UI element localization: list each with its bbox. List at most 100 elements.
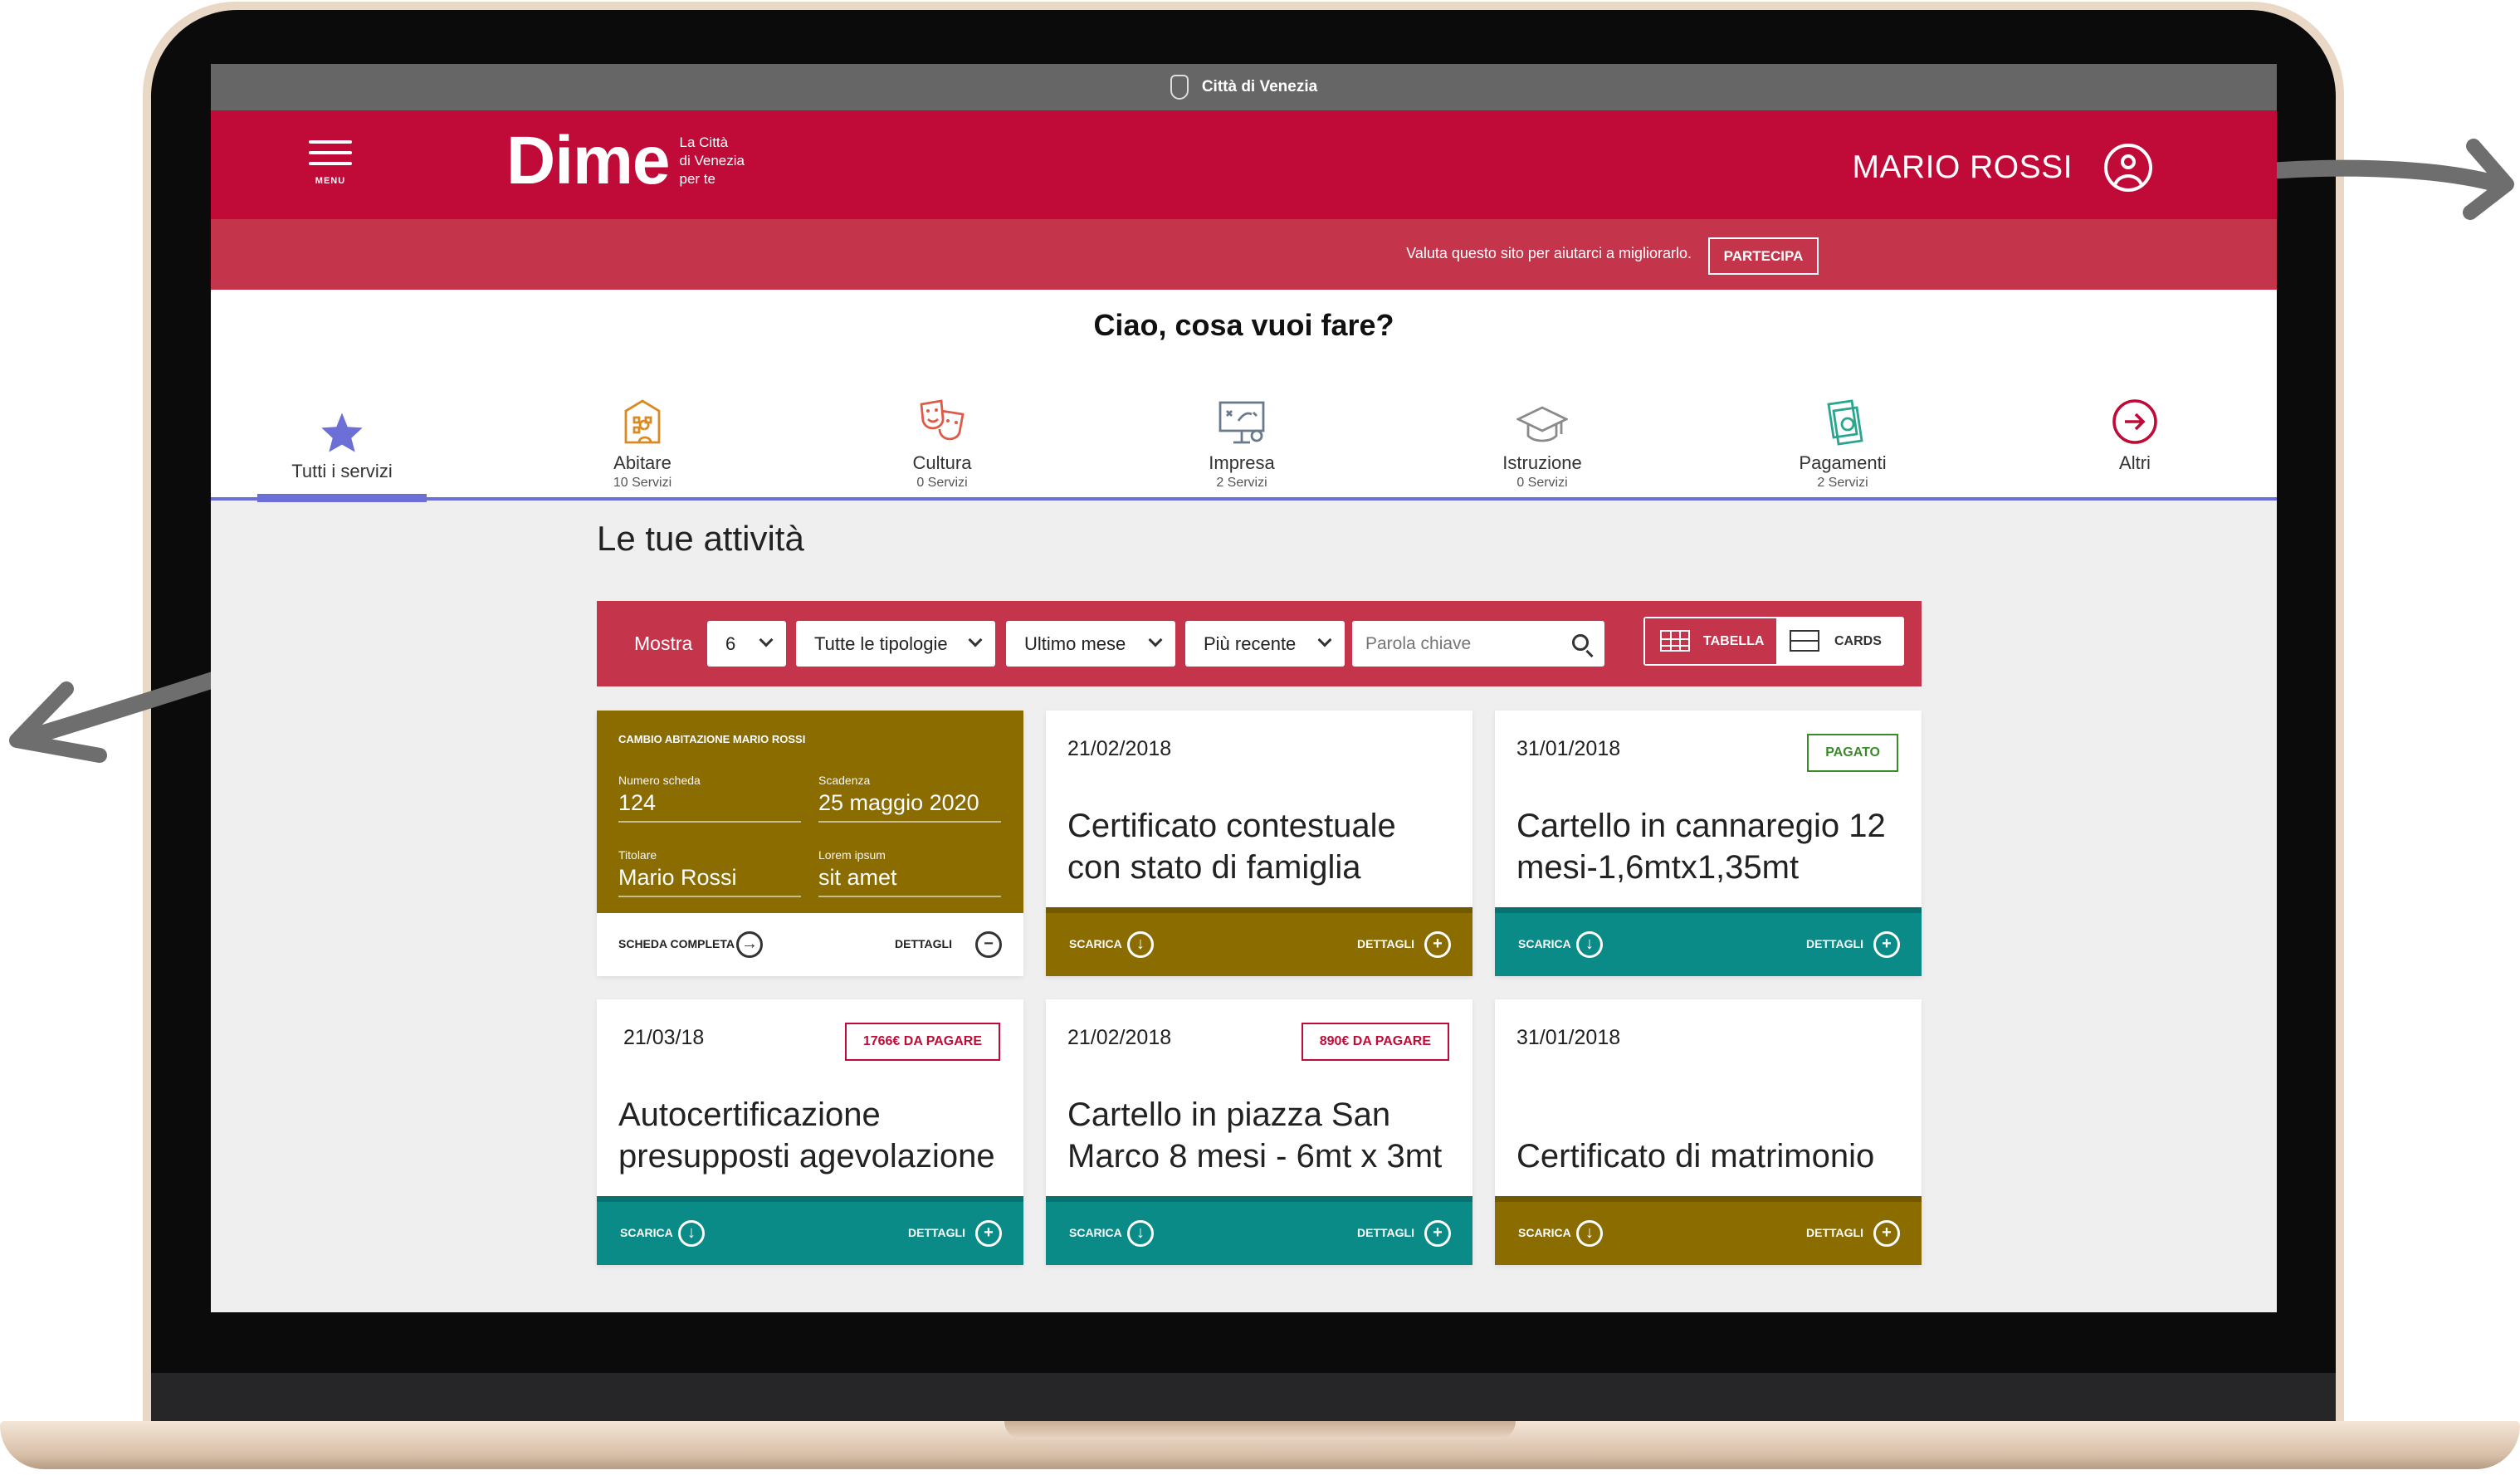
scheda-completa-link[interactable]: SCHEDA COMPLETA (618, 937, 735, 950)
hamburger-icon (309, 140, 352, 144)
periodo-select-value: Ultimo mese (1024, 633, 1126, 654)
plus-circle-icon[interactable]: + (1873, 931, 1900, 958)
laptop-notch (1004, 1421, 1516, 1439)
card-footer: SCARICA ↓ DETTAGLI + (597, 1202, 1023, 1265)
hamburger-icon-bar (309, 151, 352, 154)
dime-logo[interactable]: Dime La Città di Venezia per te (506, 127, 745, 195)
periodo-select[interactable]: Ultimo mese (1006, 621, 1175, 667)
view-table-button[interactable]: TABELLA (1645, 618, 1776, 664)
activity-card[interactable]: 21/02/2018 890€ DA PAGARE Cartello in pi… (1046, 999, 1472, 1265)
field-value: sit amet (818, 865, 897, 890)
feedback-banner: Valuta questo sito per aiutarci a miglio… (211, 219, 2277, 290)
table-grid-icon (1660, 630, 1690, 652)
category-tutti-servizi[interactable]: Tutti i servizi (242, 393, 442, 482)
city-name: Città di Venezia (1201, 78, 1318, 95)
card-date: 31/01/2018 (1516, 737, 1621, 760)
ordine-select[interactable]: Più recente (1185, 621, 1345, 667)
download-icon[interactable]: ↓ (1127, 1220, 1154, 1247)
partecipa-button[interactable]: PARTECIPA (1708, 237, 1819, 275)
details-link[interactable]: DETTAGLI (1357, 937, 1414, 950)
category-altri[interactable]: Altri (2035, 393, 2234, 474)
menu-button[interactable]: MENU (309, 140, 352, 188)
category-istruzione[interactable]: Istruzione 0 Servizi (1443, 393, 1642, 491)
city-topbar: Città di Venezia (211, 64, 2277, 110)
card-date: 21/02/2018 (1067, 737, 1172, 760)
card-date: 21/03/18 (623, 1026, 705, 1049)
category-cultura[interactable]: Cultura 0 Servizi (842, 393, 1042, 491)
category-count: 10 Servizi (613, 476, 672, 490)
whiteboard-icon (1218, 401, 1265, 444)
ordine-select-value: Più recente (1204, 633, 1297, 654)
chevron-down-icon (759, 632, 774, 647)
category-name: Altri (2119, 452, 2151, 473)
details-link[interactable]: DETTAGLI (895, 937, 952, 950)
category-name: Impresa (1209, 452, 1275, 473)
download-icon[interactable]: ↓ (1576, 931, 1603, 958)
category-count: 2 Servizi (1216, 476, 1267, 490)
download-icon[interactable]: ↓ (1127, 931, 1154, 958)
arrow-right-circle-icon (2112, 399, 2157, 444)
category-count: 2 Servizi (1817, 476, 1868, 490)
user-name: MARIO ROSSI (1852, 149, 2073, 185)
view-table-label: TABELLA (1703, 634, 1765, 648)
field-lorem-ipsum: Lorem ipsum sit amet (818, 848, 1001, 897)
download-icon[interactable]: ↓ (1576, 1220, 1603, 1247)
user-account[interactable]: MARIO ROSSI (1852, 144, 2152, 192)
view-cards-button[interactable]: CARDS (1776, 618, 1902, 664)
graduation-cap-icon (1516, 406, 1568, 442)
search-icon[interactable] (1572, 634, 1589, 651)
money-icon (1827, 399, 1863, 446)
field-label: Scadenza (818, 774, 871, 787)
plus-circle-icon[interactable]: + (1424, 1220, 1451, 1247)
activity-card[interactable]: 31/01/2018 Certificato di matrimonio SCA… (1495, 999, 1922, 1265)
activity-card[interactable]: 21/02/2018 Certificato contestuale con s… (1046, 711, 1472, 976)
house-icon (624, 399, 661, 444)
theater-masks-icon (920, 399, 965, 441)
download-link[interactable]: SCARICA (620, 1226, 673, 1239)
card-footer: SCARICA ↓ DETTAGLI + (1495, 913, 1922, 976)
details-link[interactable]: DETTAGLI (908, 1226, 965, 1239)
download-link[interactable]: SCARICA (1069, 1226, 1122, 1239)
chevron-down-icon (968, 632, 983, 647)
tagline-line: La Città (679, 134, 729, 150)
cards-icon (1790, 630, 1819, 652)
tagline-line: per te (679, 171, 715, 187)
category-name: Abitare (613, 452, 672, 473)
download-icon[interactable]: ↓ (678, 1220, 705, 1247)
activity-card-featured[interactable]: CAMBIO ABITAZIONE MARIO ROSSI Numero sch… (597, 711, 1023, 976)
details-link[interactable]: DETTAGLI (1357, 1226, 1414, 1239)
card-footer: SCARICA ↓ DETTAGLI + (1046, 1202, 1472, 1265)
status-badge: 890€ DA PAGARE (1301, 1023, 1449, 1061)
download-link[interactable]: SCARICA (1518, 1226, 1571, 1239)
activity-card[interactable]: 21/03/18 1766€ DA PAGARE Autocertificazi… (597, 999, 1023, 1265)
arrow-right-circle-icon[interactable]: → (736, 931, 763, 958)
plus-circle-icon[interactable]: + (1873, 1220, 1900, 1247)
category-name: Tutti i servizi (291, 461, 393, 481)
tipologie-select[interactable]: Tutte le tipologie (796, 621, 995, 667)
category-impresa[interactable]: Impresa 2 Servizi (1142, 393, 1341, 491)
download-link[interactable]: SCARICA (1518, 937, 1571, 950)
field-titolare: Titolare Mario Rossi (618, 848, 801, 897)
greeting-heading: Ciao, cosa vuoi fare? (1093, 308, 1394, 342)
download-link[interactable]: SCARICA (1069, 937, 1122, 950)
category-pagamenti[interactable]: Pagamenti 2 Servizi (1743, 393, 1942, 491)
chevron-down-icon (1317, 632, 1332, 647)
minus-circle-icon[interactable]: − (975, 931, 1002, 958)
plus-circle-icon[interactable]: + (1424, 931, 1451, 958)
field-value: Mario Rossi (618, 865, 737, 890)
card-date: 21/02/2018 (1067, 1026, 1172, 1049)
category-abitare[interactable]: Abitare 10 Servizi (543, 393, 742, 491)
featured-card-title: CAMBIO ABITAZIONE MARIO ROSSI (618, 733, 806, 745)
details-link[interactable]: DETTAGLI (1806, 937, 1863, 950)
active-tab-indicator (257, 494, 427, 502)
field-label: Lorem ipsum (818, 848, 886, 862)
count-select[interactable]: 6 (707, 621, 786, 667)
chevron-down-icon (1148, 632, 1163, 647)
search-input[interactable] (1352, 621, 1604, 667)
card-footer: SCARICA ↓ DETTAGLI + (1046, 913, 1472, 976)
field-value: 124 (618, 790, 657, 815)
plus-circle-icon[interactable]: + (975, 1220, 1002, 1247)
details-link[interactable]: DETTAGLI (1806, 1226, 1863, 1239)
status-badge: PAGATO (1807, 734, 1898, 772)
activity-card[interactable]: 31/01/2018 PAGATO Cartello in cannaregio… (1495, 711, 1922, 976)
